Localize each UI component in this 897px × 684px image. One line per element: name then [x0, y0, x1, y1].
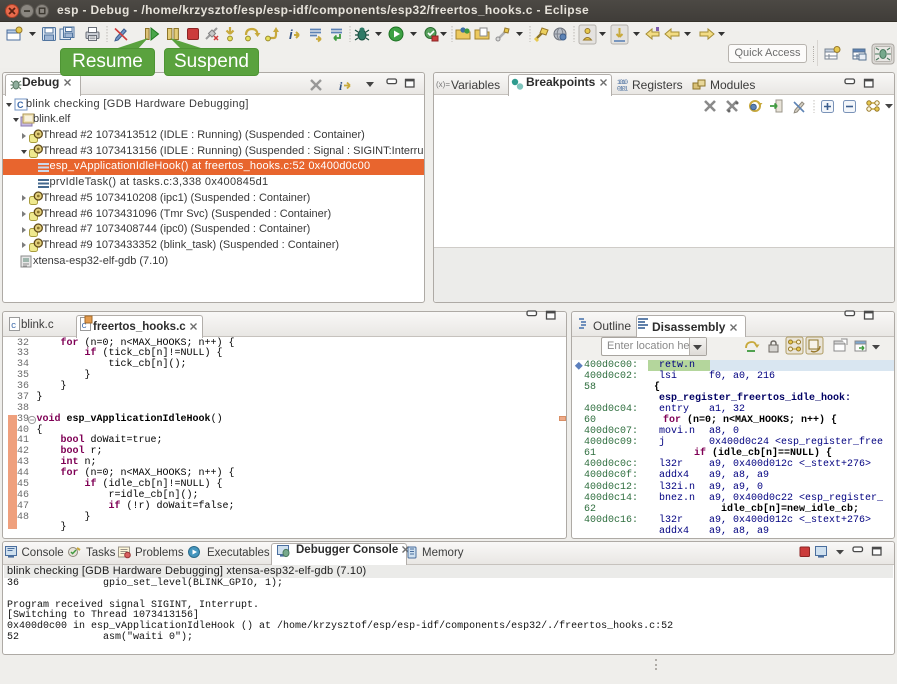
svg-text:C: C	[17, 100, 24, 110]
